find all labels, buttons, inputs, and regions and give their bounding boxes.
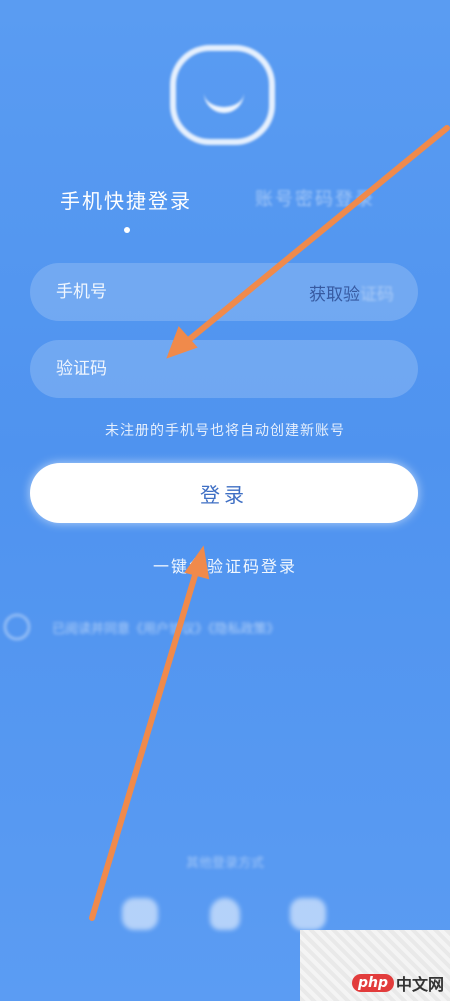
app-logo-icon (170, 45, 275, 145)
watermark-text: 中文网 (395, 975, 444, 994)
qq-icon[interactable] (210, 898, 240, 930)
agreement-row: 已阅读并同意《用户协议》《隐私政策》 (0, 612, 450, 642)
get-code-button[interactable]: 获取验证码 (309, 280, 394, 305)
phone-field: 获取验证码 (30, 263, 418, 321)
wechat-icon[interactable] (122, 898, 158, 930)
verification-code-input[interactable] (54, 358, 394, 380)
auto-register-notice: 未注册的手机号也将自动创建新账号 (105, 423, 345, 439)
get-code-label-tail: 证码 (360, 284, 394, 305)
weibo-icon[interactable] (290, 898, 326, 930)
tab-password-login[interactable]: 账号密码登录 (255, 185, 375, 211)
code-field (30, 340, 418, 398)
onekey-login-link[interactable]: 一键免验证码登录 (0, 553, 450, 577)
get-code-label: 获取验 (309, 284, 360, 305)
logo-smile (204, 85, 244, 113)
watermark-badge: php (351, 974, 394, 992)
agreement-checkbox[interactable] (4, 614, 30, 640)
login-screen: 手机快捷登录 账号密码登录 获取验证码 未注册的手机号也将自动创建新账号 登录 … (0, 0, 450, 1001)
login-tabs: 手机快捷登录 账号密码登录 (60, 185, 400, 225)
other-login-label: 其他登录方式 (185, 856, 264, 871)
tab-phone-quick-login[interactable]: 手机快捷登录 (60, 185, 192, 214)
phone-input[interactable] (54, 281, 309, 303)
login-button[interactable]: 登录 (30, 463, 418, 523)
watermark: php 中文网 (300, 930, 450, 1001)
tab-active-indicator (124, 227, 130, 233)
watermark-logo: php 中文网 (351, 971, 444, 995)
agreement-text: 已阅读并同意《用户协议》《隐私政策》 (52, 621, 280, 637)
